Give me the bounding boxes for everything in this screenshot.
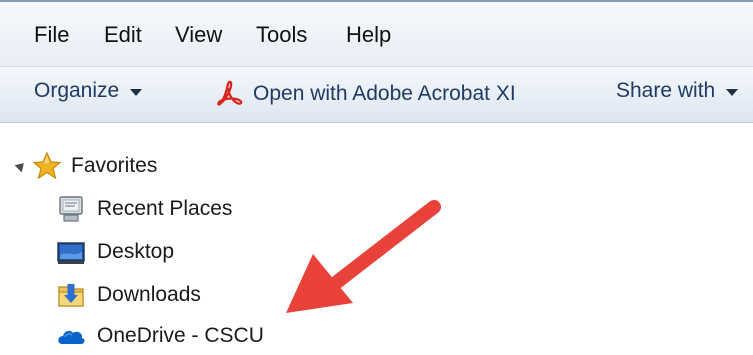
- chevron-down-icon: [726, 89, 739, 96]
- sidebar-item-downloads[interactable]: Downloads: [56, 276, 201, 314]
- sidebar-item-label: Downloads: [97, 283, 201, 306]
- downloads-icon: [58, 284, 84, 307]
- menu-file[interactable]: File: [34, 22, 69, 48]
- sidebar-item-label: OneDrive - CSCU: [97, 324, 264, 347]
- sidebar-item-onedrive[interactable]: OneDrive - CSCU: [56, 317, 264, 355]
- menu-edit[interactable]: Edit: [104, 22, 142, 48]
- adobe-acrobat-icon: [217, 80, 243, 106]
- star-icon: [32, 151, 62, 180]
- navigation-pane: Favorites Recent Places Desktop Download…: [0, 123, 753, 350]
- menu-view[interactable]: View: [175, 22, 222, 48]
- chevron-down-icon: [130, 89, 143, 96]
- onedrive-icon: [58, 330, 85, 344]
- open-with-label: Open with Adobe Acrobat XI: [253, 82, 516, 105]
- organize-label: Organize: [34, 79, 120, 102]
- recent-places-icon: [59, 196, 83, 222]
- organize-button[interactable]: Organize: [34, 79, 143, 103]
- sidebar-item-label: Recent Places: [97, 197, 233, 220]
- sidebar-item-favorites[interactable]: Favorites: [14, 147, 158, 185]
- menu-tools[interactable]: Tools: [256, 22, 307, 48]
- desktop-icon: [57, 242, 85, 264]
- share-with-label: Share with: [616, 79, 716, 102]
- menu-help[interactable]: Help: [346, 22, 391, 48]
- sidebar-item-recent-places[interactable]: Recent Places: [56, 190, 232, 228]
- sidebar-item-label: Desktop: [97, 240, 175, 263]
- expand-collapse-icon[interactable]: [14, 159, 28, 173]
- command-toolbar: Organize Open with Adobe Acrobat XI Shar…: [0, 67, 753, 123]
- share-with-button[interactable]: Share with: [616, 79, 739, 103]
- menu-bar: File Edit View Tools Help: [0, 2, 753, 67]
- sidebar-item-desktop[interactable]: Desktop: [56, 233, 174, 271]
- sidebar-item-label: Favorites: [71, 154, 158, 177]
- open-with-acrobat-button[interactable]: Open with Adobe Acrobat XI: [215, 79, 516, 109]
